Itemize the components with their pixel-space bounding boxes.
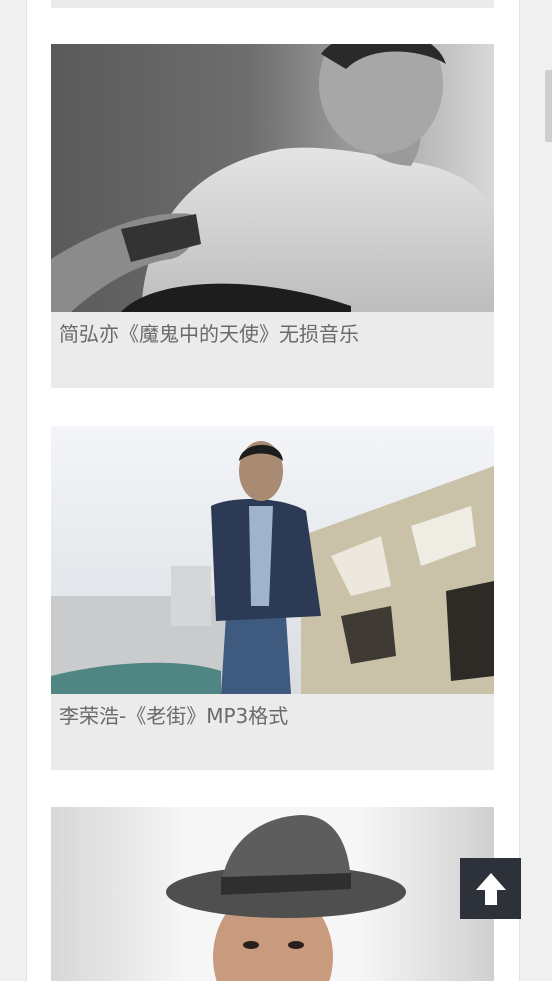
page: 简弘亦《魔鬼中的天使》无损音乐 李荣浩-《老街》MP3格式 [0,0,552,981]
list-item[interactable]: 简弘亦《魔鬼中的天使》无损音乐 [51,44,494,388]
card-title[interactable]: 李荣浩-《老街》MP3格式 [59,702,288,730]
card-previous-bottom [51,0,494,8]
scrollbar-thumb[interactable] [545,70,552,142]
card-thumbnail[interactable] [51,807,494,981]
portrait-photo-fedora [51,807,494,981]
card-thumbnail[interactable] [51,426,494,694]
portrait-photo-denim [51,426,494,694]
card-thumbnail[interactable] [51,44,494,312]
portrait-photo-bw [51,44,494,312]
arrow-up-icon [475,872,506,905]
list-item[interactable]: 李荣浩-《老街》MP3格式 [51,426,494,770]
list-item[interactable] [51,807,494,981]
back-to-top-button[interactable] [460,858,521,919]
card-title[interactable]: 简弘亦《魔鬼中的天使》无损音乐 [59,320,359,348]
